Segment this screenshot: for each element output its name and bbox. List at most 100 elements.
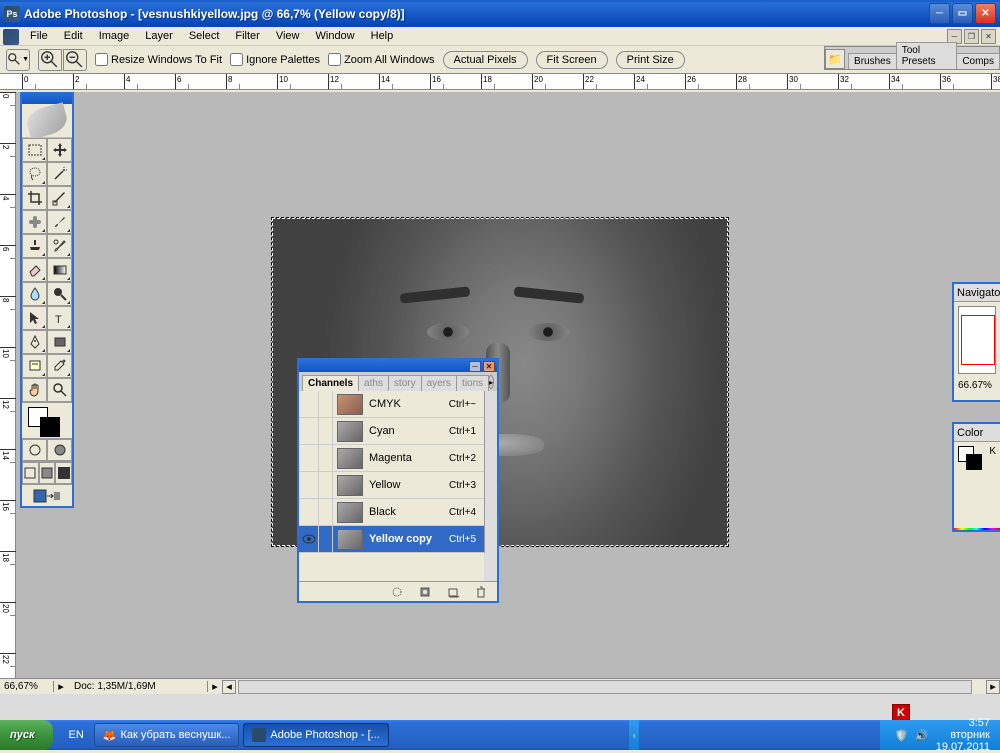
systray-expand-button[interactable]: ‹ bbox=[629, 720, 639, 750]
horizontal-scrollbar[interactable] bbox=[238, 680, 972, 694]
load-selection-button[interactable] bbox=[389, 585, 405, 599]
well-tab-comps[interactable]: Comps bbox=[956, 53, 1000, 69]
history-brush-tool[interactable] bbox=[47, 234, 72, 258]
delete-channel-button[interactable] bbox=[473, 585, 489, 599]
standard-mode-button[interactable] bbox=[22, 439, 47, 461]
tab-color[interactable]: Color bbox=[957, 427, 983, 439]
color-swatches[interactable] bbox=[22, 402, 72, 438]
shape-tool[interactable] bbox=[47, 330, 72, 354]
channels-panel-titlebar[interactable]: ─ ✕ bbox=[299, 360, 497, 372]
healing-brush-tool[interactable] bbox=[22, 210, 47, 234]
taskbar-item-firefox[interactable]: 🦊Как убрать веснушк... bbox=[94, 723, 240, 747]
dodge-tool[interactable] bbox=[47, 282, 72, 306]
status-menu-left[interactable]: ▸ bbox=[54, 680, 68, 693]
minimize-button[interactable]: ─ bbox=[929, 3, 950, 24]
mdi-close-button[interactable]: ✕ bbox=[981, 29, 996, 44]
menu-window[interactable]: Window bbox=[308, 28, 363, 44]
visibility-toggle[interactable] bbox=[299, 418, 319, 444]
tab-history[interactable]: story bbox=[388, 375, 422, 391]
tab-navigator[interactable]: Navigator bbox=[957, 287, 1000, 299]
file-browser-icon[interactable]: 📁 bbox=[825, 49, 845, 69]
document-icon[interactable] bbox=[3, 29, 19, 45]
visibility-toggle[interactable] bbox=[299, 472, 319, 498]
color-spectrum[interactable] bbox=[954, 528, 1000, 532]
visibility-toggle[interactable] bbox=[299, 526, 319, 552]
menu-help[interactable]: Help bbox=[363, 28, 402, 44]
clone-stamp-tool[interactable] bbox=[22, 234, 47, 258]
menu-edit[interactable]: Edit bbox=[56, 28, 91, 44]
tab-channels[interactable]: Channels bbox=[302, 375, 359, 391]
zoom-in-button[interactable] bbox=[38, 49, 62, 71]
menu-file[interactable]: File bbox=[22, 28, 56, 44]
color-background-swatch[interactable] bbox=[966, 454, 982, 470]
channel-row-yellow[interactable]: YellowCtrl+3 bbox=[299, 472, 497, 499]
pen-tool[interactable] bbox=[22, 330, 47, 354]
print-size-button[interactable]: Print Size bbox=[616, 51, 685, 69]
channel-row-yellow-copy[interactable]: Yellow copyCtrl+5 bbox=[299, 526, 497, 553]
tab-actions[interactable]: tions bbox=[456, 375, 489, 391]
move-tool[interactable] bbox=[47, 138, 72, 162]
gradient-tool[interactable] bbox=[47, 258, 72, 282]
eyedropper-tool[interactable] bbox=[47, 354, 72, 378]
blur-tool[interactable] bbox=[22, 282, 47, 306]
mdi-restore-button[interactable]: ❐ bbox=[964, 29, 979, 44]
taskbar-item-photoshop[interactable]: Adobe Photoshop - [... bbox=[243, 723, 388, 747]
navigator-zoom-value[interactable]: 66.67% bbox=[954, 378, 1000, 393]
zoom-level-field[interactable]: 66,67% bbox=[0, 681, 54, 692]
channel-row-black[interactable]: BlackCtrl+4 bbox=[299, 499, 497, 526]
well-tab-toolpresets[interactable]: Tool Presets bbox=[896, 42, 958, 69]
panel-minimize-button[interactable]: ─ bbox=[469, 361, 481, 372]
scroll-left-button[interactable]: ◂ bbox=[222, 680, 236, 694]
resize-windows-checkbox[interactable]: Resize Windows To Fit bbox=[95, 53, 222, 66]
ignore-palettes-checkbox[interactable]: Ignore Palettes bbox=[230, 53, 320, 66]
channels-scrollbar[interactable] bbox=[484, 391, 497, 553]
visibility-toggle[interactable] bbox=[299, 499, 319, 525]
crop-tool[interactable] bbox=[22, 186, 47, 210]
background-color[interactable] bbox=[40, 417, 60, 437]
path-selection-tool[interactable] bbox=[22, 306, 47, 330]
menu-image[interactable]: Image bbox=[91, 28, 138, 44]
eraser-tool[interactable] bbox=[22, 258, 47, 282]
fit-screen-button[interactable]: Fit Screen bbox=[536, 51, 608, 69]
save-selection-button[interactable] bbox=[417, 585, 433, 599]
channel-row-magenta[interactable]: MagentaCtrl+2 bbox=[299, 445, 497, 472]
tray-icon-1[interactable]: 🛡️ bbox=[894, 727, 910, 743]
language-indicator[interactable]: EN bbox=[63, 727, 90, 743]
magic-wand-tool[interactable] bbox=[47, 162, 72, 186]
actual-pixels-button[interactable]: Actual Pixels bbox=[443, 51, 528, 69]
zoom-tool[interactable] bbox=[47, 378, 72, 402]
visibility-toggle[interactable] bbox=[299, 445, 319, 471]
zoom-tool-preset-picker[interactable]: ▼ bbox=[6, 49, 30, 71]
menu-filter[interactable]: Filter bbox=[227, 28, 267, 44]
notes-tool[interactable] bbox=[22, 354, 47, 378]
zoom-all-checkbox[interactable]: Zoom All Windows bbox=[328, 53, 434, 66]
menu-layer[interactable]: Layer bbox=[137, 28, 181, 44]
tray-icon-2[interactable]: 🔊 bbox=[914, 727, 930, 743]
visibility-toggle[interactable] bbox=[299, 391, 319, 417]
type-tool[interactable]: T bbox=[47, 306, 72, 330]
new-channel-button[interactable] bbox=[445, 585, 461, 599]
quickmask-mode-button[interactable] bbox=[47, 439, 72, 461]
maximize-button[interactable]: ▭ bbox=[952, 3, 973, 24]
clock[interactable]: 3:57 вторник 19.07.2011 bbox=[936, 717, 990, 753]
brush-tool[interactable] bbox=[47, 210, 72, 234]
channel-row-cmyk[interactable]: CMYKCtrl+~ bbox=[299, 391, 497, 418]
fullscreen-menu-button[interactable] bbox=[39, 462, 56, 484]
status-menu-right[interactable]: ▸ bbox=[208, 680, 222, 693]
scroll-right-button[interactable]: ▸ bbox=[986, 680, 1000, 694]
ruler-vertical[interactable]: 0246810121416182022 bbox=[0, 92, 16, 678]
toolbox-titlebar[interactable] bbox=[22, 92, 72, 104]
navigator-thumbnail[interactable] bbox=[958, 306, 996, 374]
close-button[interactable]: ✕ bbox=[975, 3, 996, 24]
panel-menu-button[interactable]: ▸ bbox=[488, 375, 494, 389]
standard-screen-button[interactable] bbox=[22, 462, 39, 484]
tab-layers[interactable]: ayers bbox=[421, 375, 457, 391]
navigator-viewbox[interactable] bbox=[961, 315, 995, 365]
channel-row-cyan[interactable]: CyanCtrl+1 bbox=[299, 418, 497, 445]
menu-view[interactable]: View bbox=[268, 28, 308, 44]
rectangular-marquee-tool[interactable] bbox=[22, 138, 47, 162]
slice-tool[interactable] bbox=[47, 186, 72, 210]
zoom-out-button[interactable] bbox=[63, 49, 87, 71]
jump-to-imageready-button[interactable] bbox=[22, 484, 72, 506]
well-tab-brushes[interactable]: Brushes bbox=[848, 53, 897, 69]
